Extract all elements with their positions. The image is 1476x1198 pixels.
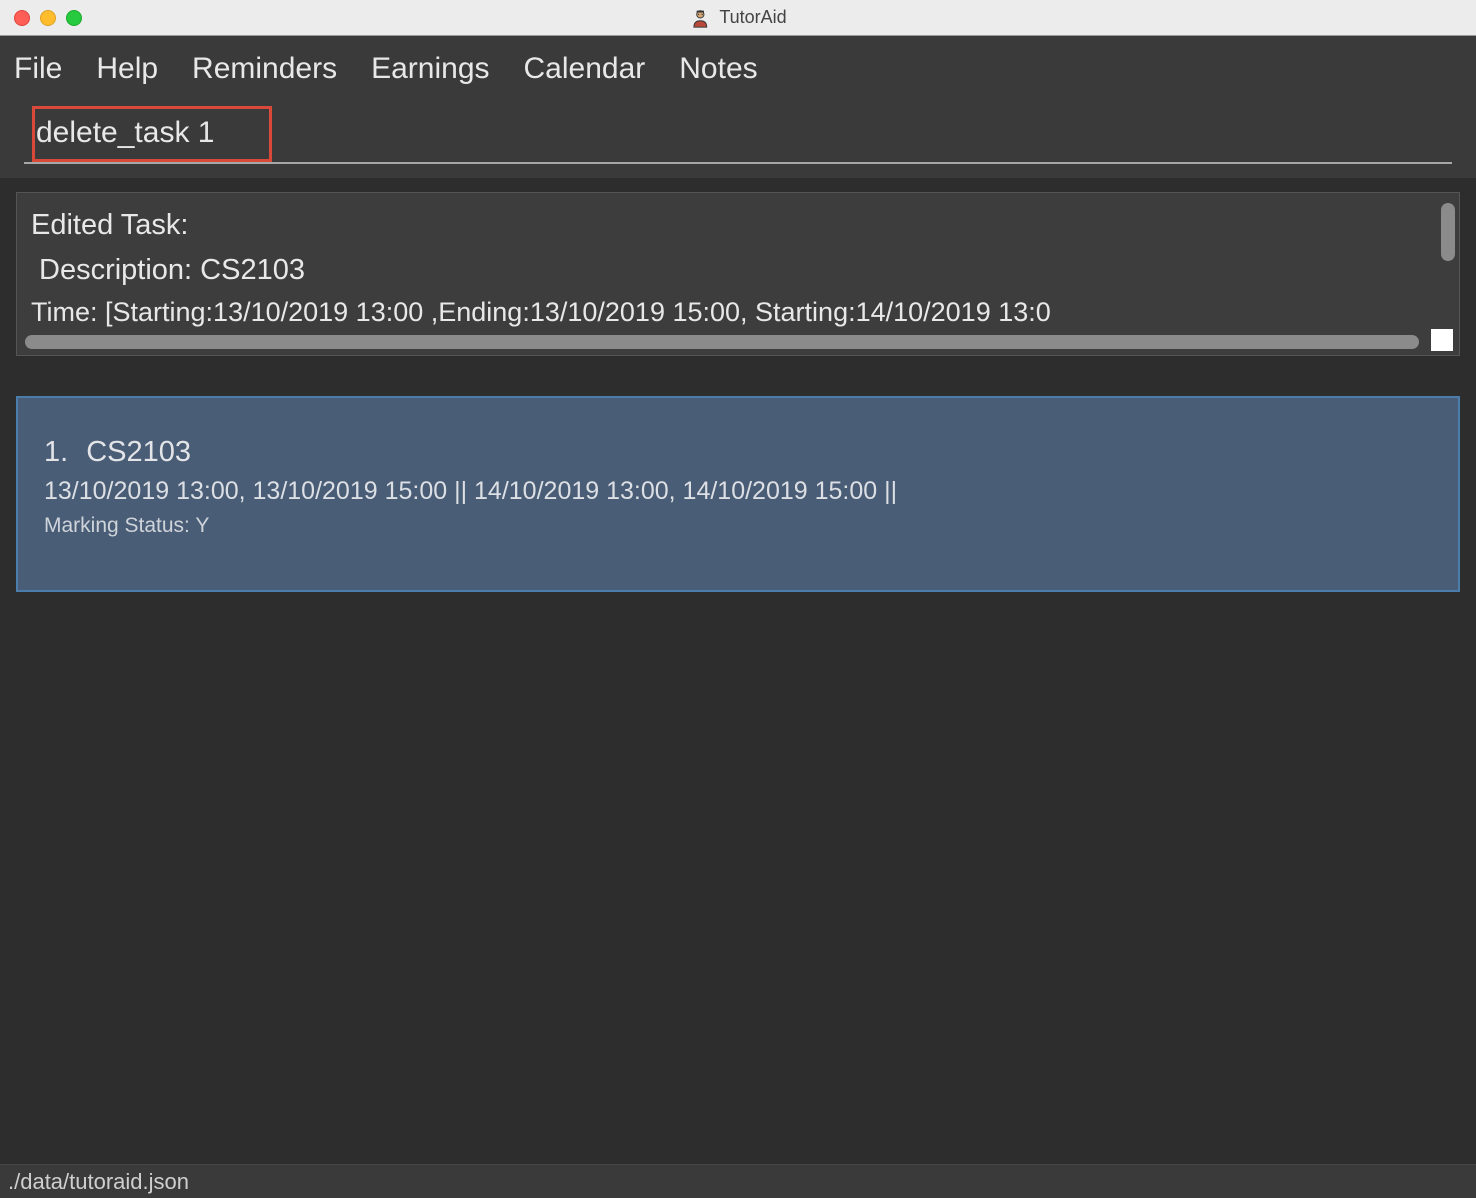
statusbar: ./data/tutoraid.json	[0, 1164, 1476, 1198]
app-icon	[689, 7, 711, 29]
content-area: Edited Task: Description: CS2103 Time: […	[0, 178, 1476, 1164]
result-description: Description: CS2103	[31, 250, 1445, 291]
menu-earnings[interactable]: Earnings	[371, 52, 489, 86]
menu-reminders[interactable]: Reminders	[192, 52, 337, 86]
app-title: TutorAid	[719, 7, 786, 28]
result-panel: Edited Task: Description: CS2103 Time: […	[16, 192, 1460, 356]
minimize-icon[interactable]	[40, 10, 56, 26]
result-time: Time: [Starting:13/10/2019 13:00 ,Ending…	[31, 294, 1445, 332]
title-center: TutorAid	[689, 7, 786, 29]
task-status: Marking Status: Y	[44, 514, 1432, 538]
task-card[interactable]: 1. CS2103 13/10/2019 13:00, 13/10/2019 1…	[16, 396, 1460, 592]
vertical-scrollbar[interactable]	[1441, 203, 1455, 261]
command-input[interactable]	[24, 110, 1452, 164]
task-index: 1.	[44, 436, 68, 469]
task-name: CS2103	[86, 436, 191, 469]
menubar: File Help Reminders Earnings Calendar No…	[0, 36, 1476, 102]
status-path: ./data/tutoraid.json	[8, 1169, 189, 1195]
menu-notes[interactable]: Notes	[679, 52, 757, 86]
task-list-panel: 1. CS2103 13/10/2019 13:00, 13/10/2019 1…	[16, 396, 1460, 1164]
window-controls	[14, 10, 82, 26]
menu-help[interactable]: Help	[96, 52, 158, 86]
app-window: TutorAid File Help Reminders Earnings Ca…	[0, 0, 1476, 1198]
result-content: Edited Task: Description: CS2103 Time: […	[17, 193, 1459, 338]
menu-file[interactable]: File	[14, 52, 62, 86]
menu-calendar[interactable]: Calendar	[524, 52, 646, 86]
result-heading: Edited Task:	[31, 205, 1445, 246]
command-area	[0, 102, 1476, 178]
close-icon[interactable]	[14, 10, 30, 26]
task-title: 1. CS2103	[44, 436, 1432, 469]
maximize-icon[interactable]	[66, 10, 82, 26]
scroll-corner	[1431, 329, 1453, 351]
horizontal-scrollbar[interactable]	[25, 335, 1419, 349]
task-times: 13/10/2019 13:00, 13/10/2019 15:00 || 14…	[44, 477, 1432, 506]
titlebar: TutorAid	[0, 0, 1476, 36]
